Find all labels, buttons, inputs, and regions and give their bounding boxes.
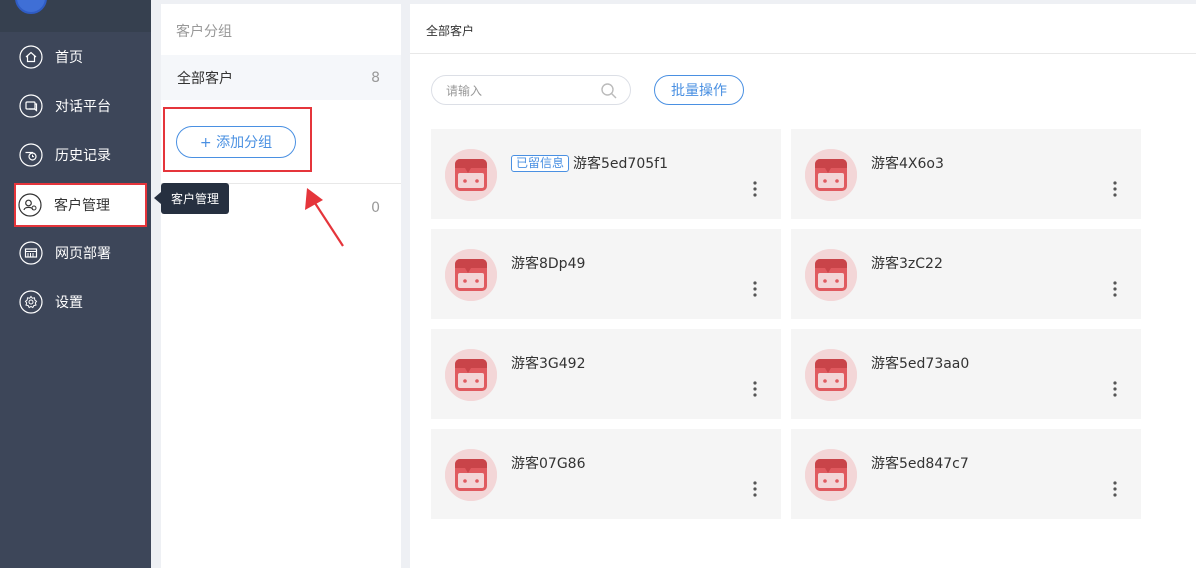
nav-label-customers: 客户管理 [54,197,110,214]
nav-label-web-deploy: 网页部署 [55,245,111,262]
nav-item-chat[interactable]: 对话平台 [0,81,151,130]
customer-name: 游客5ed847c7 [871,456,969,472]
customer-card[interactable]: 游客3G492 [431,329,781,419]
search-box [431,75,631,105]
search-input[interactable] [446,82,596,100]
group-item-all[interactable]: 全部客户 8 [161,55,401,100]
main-panel: 全部客户 批量操作 已留信息游客5ed705f1 游客4X6o3 游客8Dp49 游客… [410,4,1196,568]
customer-card[interactable]: 游客07G86 [431,429,781,519]
nav-tooltip: 客户管理 [161,183,229,214]
customer-name-row: 游客4X6o3 [871,153,944,173]
customer-card[interactable]: 游客3zC22 [791,229,1141,319]
group-count: 8 [371,69,380,86]
more-options-icon[interactable] [1109,180,1121,198]
avatar [805,449,857,501]
customer-card[interactable]: 游客5ed847c7 [791,429,1141,519]
main-header: 全部客户 [410,4,1196,54]
more-options-icon[interactable] [749,280,761,298]
batch-operation-button[interactable]: 批量操作 [654,75,744,105]
group-panel-title: 客户分组 [176,24,232,40]
nav-item-web-deploy[interactable]: 网页部署 [0,228,151,277]
nav-item-home[interactable]: 首页 [0,32,151,81]
group-panel: 客户分组 全部客户 8 + 添加分组 0 [161,4,401,568]
tooltip-arrow [154,192,161,204]
add-group-button[interactable]: + 添加分组 [176,126,296,158]
nav-label-chat: 对话平台 [55,98,111,115]
search-icon[interactable] [600,82,618,100]
web-deploy-icon [19,240,43,265]
avatar [805,249,857,301]
more-options-icon[interactable] [749,380,761,398]
customer-name-row: 游客5ed73aa0 [871,353,969,373]
group-count: 0 [371,199,380,216]
customer-name: 游客5ed73aa0 [871,356,970,372]
annotation-arrow-icon [305,188,344,247]
customer-card[interactable]: 游客8Dp49 [431,229,781,319]
avatar [445,449,497,501]
home-icon [19,44,43,69]
customer-name-row: 游客3G492 [511,353,585,373]
customer-name-row: 已留信息 游客5ed705f1 [511,153,668,173]
customer-name-row: 游客3zC22 [871,253,943,273]
customer-icon [18,192,42,217]
nav-label-settings: 设置 [55,294,83,311]
customer-name: 游客07G86 [511,456,586,472]
more-options-icon[interactable] [1109,280,1121,298]
nav-item-settings[interactable]: 设置 [0,277,151,326]
info-tag: 已留信息 [511,154,570,172]
customer-name: 游客3G492 [511,356,586,372]
nav-label-history: 历史记录 [55,147,111,164]
avatar [445,149,497,201]
nav-item-customers[interactable]: 客户管理 [0,180,151,229]
avatar [445,249,497,301]
customer-name-row: 游客07G86 [511,453,585,473]
more-options-icon[interactable] [749,180,761,198]
more-options-icon[interactable] [1109,480,1121,498]
nav-item-history[interactable]: 历史记录 [0,130,151,179]
settings-icon [19,289,43,314]
customer-card[interactable]: 游客4X6o3 [791,129,1141,219]
more-options-icon[interactable] [749,480,761,498]
avatar [805,149,857,201]
customer-name: 游客3zC22 [871,256,943,272]
sidebar: 首页 对话平台 历史记录 客户管理 网页部署 设置 [0,0,151,568]
customer-card[interactable]: 游客5ed73aa0 [791,329,1141,419]
history-icon [19,142,43,167]
group-label: 全部客户 [177,70,233,87]
nav-label-home: 首页 [55,49,83,66]
customer-name-row: 游客8Dp49 [511,253,585,273]
page-title: 全部客户 [426,24,475,38]
avatar [445,349,497,401]
avatar [805,349,857,401]
more-options-icon[interactable] [1109,380,1121,398]
customer-name: 游客5ed705f1 [573,156,668,172]
customer-name-row: 游客5ed847c7 [871,453,969,473]
logo [15,0,47,14]
customer-name: 游客8Dp49 [511,256,586,272]
customer-card[interactable]: 已留信息 游客5ed705f1 [431,129,781,219]
chat-icon [19,93,43,118]
customer-name: 游客4X6o3 [871,156,944,172]
logo-area [0,0,151,32]
